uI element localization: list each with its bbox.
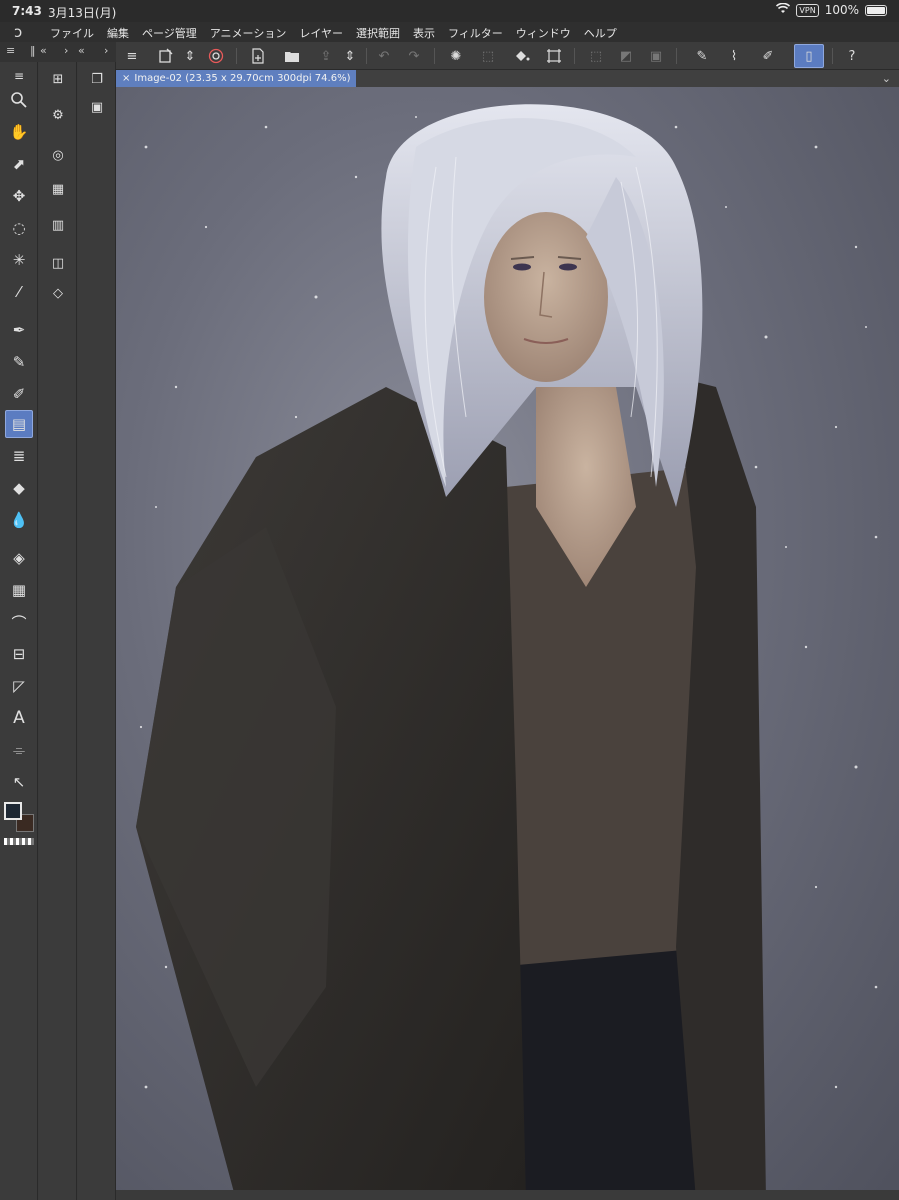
palette-divider-icon: ‖ <box>30 44 36 57</box>
pen-icon[interactable]: ✒ <box>5 316 33 344</box>
layers-icon[interactable]: ◇ <box>47 282 69 304</box>
chevron-down-icon[interactable]: ⌄ <box>882 70 891 87</box>
menu-animation[interactable]: アニメーション <box>210 25 287 41</box>
menu-bar: ↄ ファイル 編集 ページ管理 アニメーション レイヤー 選択範囲 表示 フィル… <box>0 22 899 42</box>
balloon-icon[interactable]: ⌯ <box>5 736 33 764</box>
menu-help[interactable]: ヘルプ <box>584 25 617 41</box>
command-bar: ≡ ⇕ ⇪ ⇕ ↶ ↷ ✺ ⬚ ⬚ ◩ ▣ ✎ ⌇ ✐ ▯ ? <box>116 42 899 70</box>
material-icon[interactable]: ▥ <box>47 214 69 236</box>
fill-bucket-icon[interactable]: ◈ <box>5 544 33 572</box>
menu-window[interactable]: ウィンドウ <box>516 25 571 41</box>
zoom-icon[interactable] <box>5 86 33 114</box>
decoration-icon[interactable]: ≣ <box>5 442 33 470</box>
eyedropper-icon[interactable]: ⁄ <box>5 278 33 306</box>
frame-border-icon[interactable]: ⊟ <box>5 640 33 668</box>
layer-property-icon[interactable]: ⊞ <box>47 68 69 90</box>
menu-file[interactable]: ファイル <box>50 25 94 41</box>
tab-title: Image-02 (23.35 x 29.70cm 300dpi 74.6%) <box>134 73 351 84</box>
collapse-left-icon[interactable]: « <box>40 44 47 57</box>
side-panel: ❐ ▣ <box>78 62 116 1200</box>
collapse-left-icon-2[interactable]: « <box>78 44 85 57</box>
help-bubble-icon[interactable]: ? <box>842 46 862 66</box>
clock: 7:43 <box>12 4 42 18</box>
loading-icon[interactable]: ✺ <box>446 46 466 66</box>
correct-line-icon[interactable]: ↖ <box>5 768 33 796</box>
wifi-icon <box>776 2 791 17</box>
menu-page[interactable]: ページ管理 <box>142 25 197 41</box>
date: 3月13日(月) <box>48 6 117 20</box>
hand-icon[interactable]: ✋ <box>5 118 33 146</box>
battery-percent: 100% <box>824 3 859 17</box>
sub-view-icon[interactable]: ◫ <box>47 252 69 274</box>
move-layer-icon[interactable]: ✥ <box>5 182 33 210</box>
ruler-pen-icon[interactable]: ✎ <box>692 46 712 66</box>
new-canvas-icon[interactable] <box>156 46 176 66</box>
smartphone-layout-icon[interactable]: ▯ <box>794 44 824 68</box>
text-icon[interactable]: A <box>5 704 33 732</box>
gradient-icon[interactable]: ▦ <box>5 576 33 604</box>
animation-cels-icon[interactable]: ◎ <box>47 144 69 166</box>
selection-icon[interactable]: ◌ <box>5 214 33 242</box>
pencil-icon[interactable]: ✎ <box>5 348 33 376</box>
pen-line-icon[interactable]: ✐ <box>758 46 778 66</box>
palette-forward-icon-2[interactable]: › <box>104 44 108 57</box>
panel-save-icon[interactable]: ▣ <box>86 96 108 118</box>
battery-icon <box>865 4 887 16</box>
tool-palette: ≡ ✋ ⬈ ✥ ◌ ✳ ⁄ ✒ ✎ ✐ ▤ ≣ ◆ 💧 ◈ ▦ ⌒ ⊟ ◸ A … <box>0 62 38 1200</box>
menu-selection[interactable]: 選択範囲 <box>356 25 400 41</box>
app-logo-icon[interactable]: ↄ <box>14 23 22 41</box>
ruler-icon[interactable]: ◸ <box>5 672 33 700</box>
vpn-badge: VPN <box>796 3 819 17</box>
auto-select-icon[interactable]: ✳ <box>5 246 33 274</box>
airbrush-icon[interactable]: ▤ <box>5 410 33 438</box>
eraser-icon[interactable]: ◆ <box>5 474 33 502</box>
new-file-icon[interactable] <box>248 46 268 66</box>
clip-studio-icon[interactable] <box>206 46 226 66</box>
canvas-bottom-bar <box>116 1190 899 1200</box>
menu-view[interactable]: 表示 <box>413 25 435 41</box>
palette-menu-icon[interactable]: ≡ <box>6 44 15 57</box>
menu-filter[interactable]: フィルター <box>448 25 503 41</box>
brush-icon[interactable]: ⌇ <box>724 46 744 66</box>
menu-list: ファイル 編集 ページ管理 アニメーション レイヤー 選択範囲 表示 フィルター… <box>50 25 630 41</box>
tab-bar: × Image-02 (23.35 x 29.70cm 300dpi 74.6%… <box>116 70 899 87</box>
layer-search-icon[interactable]: ⚙ <box>47 104 69 126</box>
menu-edit[interactable]: 編集 <box>107 25 129 41</box>
panel-stack-icon[interactable]: ❐ <box>86 68 108 90</box>
status-bar: 7:43 3月13日(月) VPN 100% <box>0 0 899 22</box>
canvas[interactable] <box>116 87 899 1200</box>
fill-icon[interactable] <box>512 46 532 66</box>
deselect-icon[interactable]: ⬚ <box>586 46 606 66</box>
transparent-color-swatch[interactable] <box>4 838 34 845</box>
invert-selection-icon[interactable]: ◩ <box>616 46 636 66</box>
blend-icon[interactable]: 💧 <box>5 506 33 534</box>
crop-icon[interactable] <box>544 46 564 66</box>
transform-icon[interactable]: ⬚ <box>478 46 498 66</box>
sub-tool-palette: ⊞ ⚙ ◎ ▦ ▥ ◫ ◇ <box>39 62 77 1200</box>
navigator-icon[interactable]: ▦ <box>47 178 69 200</box>
menu-icon[interactable]: ≡ <box>122 46 142 66</box>
palette-header: ≡ ‖ « › « › <box>0 42 116 62</box>
open-folder-icon[interactable] <box>282 46 302 66</box>
redo-icon[interactable]: ↷ <box>404 46 424 66</box>
main-color-swatch[interactable] <box>4 802 22 820</box>
close-icon[interactable]: × <box>122 70 130 87</box>
tab-image-02[interactable]: × Image-02 (23.35 x 29.70cm 300dpi 74.6%… <box>116 70 357 87</box>
figure-icon[interactable]: ⌒ <box>5 608 33 636</box>
artwork <box>136 104 878 1200</box>
selection-border-icon[interactable]: ▣ <box>646 46 666 66</box>
operation-icon[interactable]: ⬈ <box>5 150 33 178</box>
palette-forward-icon[interactable]: › <box>64 44 68 57</box>
menu-layer[interactable]: レイヤー <box>299 25 343 41</box>
status-right: VPN 100% <box>776 2 887 17</box>
brush-icon[interactable]: ✐ <box>5 380 33 408</box>
undo-icon[interactable]: ↶ <box>374 46 394 66</box>
stepper-icon[interactable]: ⇕ <box>180 46 200 66</box>
stepper-icon-2[interactable]: ⇕ <box>340 46 360 66</box>
save-icon[interactable]: ⇪ <box>316 46 336 66</box>
